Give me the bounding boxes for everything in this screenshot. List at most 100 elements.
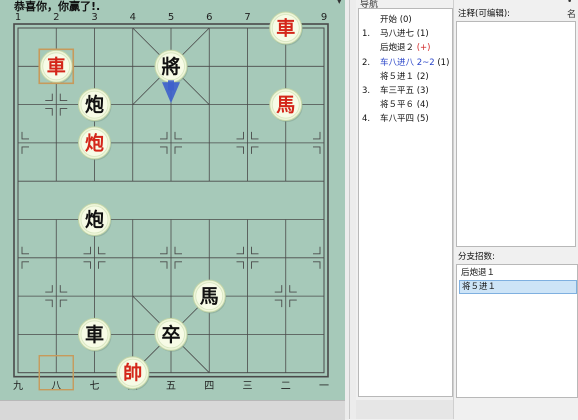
- position-mark: [236, 131, 244, 140]
- move-text: 马八进七 (1): [380, 29, 429, 40]
- position-mark: [21, 146, 29, 154]
- move-item[interactable]: 后炮退２ (+): [359, 41, 452, 55]
- position-mark: [45, 108, 53, 116]
- branch-item[interactable]: 将５进１: [459, 280, 577, 294]
- piece-black-horse[interactable]: 馬: [192, 279, 227, 314]
- move-text: 后炮退２ (+): [380, 43, 431, 54]
- move-text: 开始 (0): [380, 15, 412, 25]
- piece-label: 車: [47, 55, 66, 78]
- piece-label: 馬: [200, 286, 219, 308]
- piece-black-soldier[interactable]: 卒: [154, 317, 188, 352]
- move-item[interactable]: 2. 车八进八 2~2 (1): [359, 56, 452, 70]
- comment-label: 注释(可编辑):: [458, 9, 510, 19]
- position-mark: [236, 261, 244, 269]
- position-mark: [160, 146, 168, 154]
- position-mark: [160, 261, 168, 269]
- position-mark: [98, 246, 106, 255]
- comment-panel: • 名 注释(可编辑): 分支招数: 后炮退１ 将５进１: [453, 0, 578, 419]
- position-mark: [236, 146, 244, 154]
- move-item[interactable]: 4. 车八平四 (5): [359, 112, 452, 126]
- navigation-bottom-bar: [356, 400, 453, 419]
- comment-input[interactable]: [456, 21, 576, 247]
- bottom-coord-label: 二: [281, 381, 291, 392]
- piece-label: 帥: [123, 361, 142, 384]
- position-mark: [45, 285, 53, 293]
- navigation-panel: 导航 开始 (0) 1. 马八进七 (1) 后炮退２ (+) 2. 车八进八 2~2 (1…: [356, 0, 453, 419]
- top-coord-label: 9: [321, 12, 327, 23]
- move-text: 车八进八 2~2 (1): [380, 57, 450, 68]
- piece-black-cannon-a[interactable]: 炮: [78, 88, 112, 123]
- move-number: 2.: [362, 57, 371, 68]
- position-mark: [274, 285, 283, 293]
- top-coord-label: 6: [206, 12, 212, 23]
- piece-red-horse[interactable]: 馬: [269, 88, 303, 123]
- panel-splitter[interactable]: [345, 0, 356, 419]
- position-mark: [59, 93, 68, 102]
- piece-red-king[interactable]: 帥: [116, 356, 150, 391]
- move-count: (2): [416, 71, 429, 82]
- position-mark: [21, 246, 29, 255]
- position-mark: [174, 131, 182, 140]
- piece-red-chariot-top[interactable]: 車: [269, 11, 303, 46]
- position-mark: [174, 146, 182, 154]
- piece-red-cannon[interactable]: 炮: [78, 126, 112, 161]
- position-mark: [21, 261, 29, 269]
- branch-list[interactable]: 后炮退１ 将５进１: [456, 264, 578, 398]
- move-item[interactable]: 将５平６ (4): [359, 98, 452, 112]
- piece-red-chariot-left[interactable]: 車: [39, 49, 74, 84]
- position-mark: [251, 146, 259, 154]
- move-number: 3.: [362, 86, 371, 96]
- board-menu-icon[interactable]: ▾: [337, 0, 342, 7]
- position-mark: [289, 299, 297, 308]
- piece-label: 炮: [85, 208, 104, 231]
- position-mark: [251, 131, 259, 140]
- branch-label: 分支招数:: [458, 252, 495, 262]
- piece-black-chariot[interactable]: 車: [78, 317, 112, 352]
- move-count: (1): [437, 57, 450, 68]
- chess-board-panel[interactable]: 123456789九八七六五四三二一車車將炮馬炮炮馬車卒帥 恭喜你，你赢了!. …: [0, 0, 345, 400]
- piece-black-cannon-b[interactable]: 炮: [78, 203, 112, 238]
- move-count: (0): [399, 15, 412, 25]
- piece-label: 炮: [85, 131, 104, 154]
- piece-label: 卒: [161, 323, 180, 346]
- move-count: (5): [416, 114, 429, 125]
- move-text: 车八平四 (5): [380, 114, 429, 125]
- top-coord-label: 4: [130, 12, 136, 23]
- bottom-coord-label: 九: [13, 380, 23, 392]
- position-mark: [98, 261, 106, 269]
- move-arrow-stem: [168, 80, 174, 91]
- position-mark: [251, 246, 259, 255]
- piece-label: 炮: [85, 93, 104, 116]
- position-mark: [313, 146, 321, 154]
- piece-black-general[interactable]: 將: [154, 49, 188, 84]
- move-item[interactable]: 3. 车三平五 (3): [359, 84, 452, 98]
- position-mark: [160, 246, 168, 255]
- move-item[interactable]: 将５进１ (2): [359, 70, 452, 84]
- move-list[interactable]: 开始 (0) 1. 马八进七 (1) 后炮退２ (+) 2. 车八进八 2~2 (1) 将５…: [358, 8, 453, 397]
- move-text: 车三平五 (3): [380, 86, 429, 96]
- move-item[interactable]: 1. 马八进七 (1): [359, 27, 452, 41]
- chess-board[interactable]: 123456789九八七六五四三二一車車將炮馬炮炮馬車卒帥: [0, 0, 345, 400]
- branch-item[interactable]: 后炮退１: [459, 267, 575, 280]
- bottom-coord-label: 五: [166, 381, 176, 392]
- move-number: 4.: [362, 114, 371, 125]
- position-mark: [45, 93, 53, 102]
- position-mark: [59, 285, 68, 293]
- position-mark: [251, 261, 259, 269]
- piece-label: 將: [161, 55, 180, 78]
- move-count: (1): [416, 29, 429, 40]
- app-window: 123456789九八七六五四三二一車車將炮馬炮炮馬車卒帥 恭喜你，你赢了!. …: [0, 0, 578, 420]
- position-mark: [274, 299, 283, 308]
- position-mark: [59, 299, 68, 308]
- bottom-coord-label: 七: [90, 380, 100, 392]
- position-mark: [174, 246, 182, 255]
- panel-menu-label[interactable]: • 名: [567, 0, 578, 20]
- top-coord-label: 5: [168, 12, 174, 23]
- move-item[interactable]: 开始 (0): [359, 13, 452, 27]
- position-mark: [174, 261, 182, 269]
- game-result-text: 恭喜你，你赢了!.: [14, 0, 101, 13]
- position-mark: [83, 261, 91, 269]
- board-status-strip: [0, 400, 345, 420]
- position-mark: [59, 108, 68, 116]
- piece-label: 馬: [276, 94, 295, 116]
